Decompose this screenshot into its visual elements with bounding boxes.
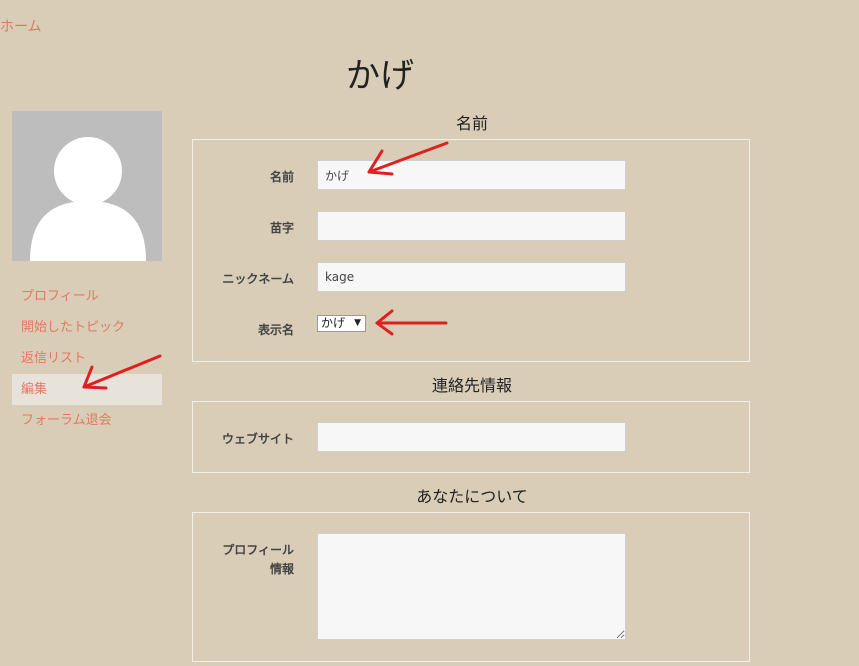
section-title-name: 名前 (455, 114, 488, 133)
about-panel: プロフィール 情報 (192, 512, 750, 662)
triangle-down-icon: ▼ (354, 318, 361, 328)
display-name-select[interactable]: かげ ▼ (317, 315, 366, 332)
section-title-about: あなたについて (416, 487, 528, 506)
last-name-label: 苗字 (269, 221, 294, 235)
display-name-row: 表示名 かげ ▼ (193, 313, 749, 343)
sidebar-item-profile[interactable]: プロフィール (12, 281, 162, 312)
bio-label-line2: 情報 (269, 562, 294, 576)
sidebar-nav: プロフィール 開始したトピック 返信リスト 編集 フォーラム退会 (12, 281, 162, 436)
first-name-input[interactable] (317, 160, 626, 190)
display-name-label: 表示名 (257, 323, 294, 337)
bio-label: プロフィール 情報 (222, 541, 294, 579)
sidebar-item-replies[interactable]: 返信リスト (12, 343, 162, 374)
last-name-input[interactable] (317, 211, 626, 241)
avatar (12, 111, 162, 261)
name-panel: 名前 苗字 ニックネーム 表示名 かげ ▼ (192, 139, 750, 362)
nickname-label: ニックネーム (222, 272, 294, 286)
breadcrumb-home-link[interactable]: ホーム (0, 16, 42, 36)
sidebar-item-leave-forum[interactable]: フォーラム退会 (12, 405, 162, 436)
first-name-row: 名前 (193, 160, 749, 190)
nickname-input[interactable] (317, 262, 626, 292)
last-name-row: 苗字 (193, 211, 749, 241)
bio-row: プロフィール 情報 (193, 533, 749, 640)
section-title-contact: 連絡先情報 (431, 376, 512, 395)
display-name-selected-value: かげ (321, 316, 346, 330)
nickname-row: ニックネーム (193, 262, 749, 292)
page-title: かげ (346, 56, 414, 96)
sidebar-item-topics-started[interactable]: 開始したトピック (12, 312, 162, 343)
bio-label-line1: プロフィール (222, 543, 294, 557)
website-row: ウェブサイト (193, 422, 749, 452)
user-silhouette-icon (30, 137, 146, 261)
first-name-label: 名前 (269, 170, 294, 184)
bio-textarea[interactable] (317, 533, 626, 640)
contact-panel: ウェブサイト (192, 401, 750, 473)
website-label: ウェブサイト (221, 432, 294, 446)
website-input[interactable] (317, 422, 626, 452)
sidebar-item-edit[interactable]: 編集 (12, 374, 162, 405)
